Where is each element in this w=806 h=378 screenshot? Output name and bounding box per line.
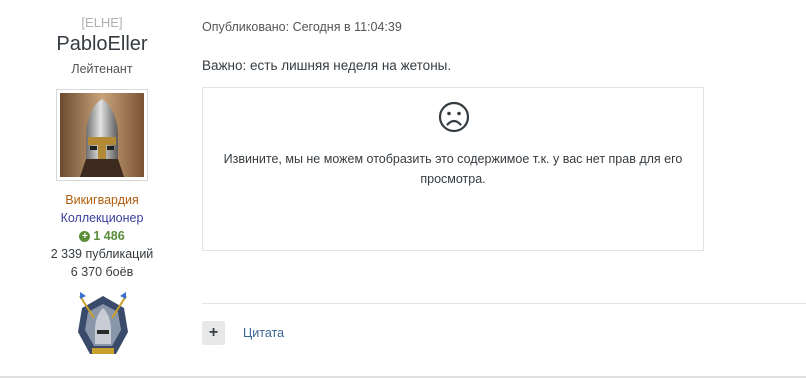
posts-count: 2 339 публикаций xyxy=(50,247,154,261)
divider xyxy=(202,303,806,304)
author-name[interactable]: PabloEller xyxy=(0,33,204,56)
post-text: Важно: есть лишняя неделя на жетоны. xyxy=(202,58,452,73)
quote-link[interactable]: Цитата xyxy=(243,326,284,340)
restricted-message: Извините, мы не можем отобразить это сод… xyxy=(223,152,683,186)
multiquote-button[interactable]: + xyxy=(202,321,225,345)
user-group-vikiguard: Викигвардия xyxy=(65,193,139,207)
author-panel: [ELHE] PabloEller Лейтенант Викигвардия … xyxy=(0,0,204,376)
post-content: Опубликовано: Сегодня в 11:04:39 Важно: … xyxy=(202,0,806,376)
sad-face-icon xyxy=(438,101,470,133)
reputation: + 1 486 xyxy=(0,229,204,243)
helmet-avatar xyxy=(60,93,144,177)
plus-circle-icon: + xyxy=(79,230,91,242)
forum-post: [ELHE] PabloEller Лейтенант Викигвардия … xyxy=(0,0,806,378)
restricted-content-box: Извините, мы не можем отобразить это сод… xyxy=(202,87,704,251)
rank-badge xyxy=(78,292,128,354)
battles-count: 6 370 боёв xyxy=(70,265,134,279)
published-date: Опубликовано: Сегодня в 11:04:39 xyxy=(202,20,402,34)
reputation-value: 1 486 xyxy=(93,229,125,243)
avatar[interactable] xyxy=(56,89,148,181)
clan-tag[interactable]: [ELHE] xyxy=(0,15,204,30)
user-group-collector: Коллекционер xyxy=(60,211,144,225)
author-rank: Лейтенант xyxy=(71,62,133,76)
